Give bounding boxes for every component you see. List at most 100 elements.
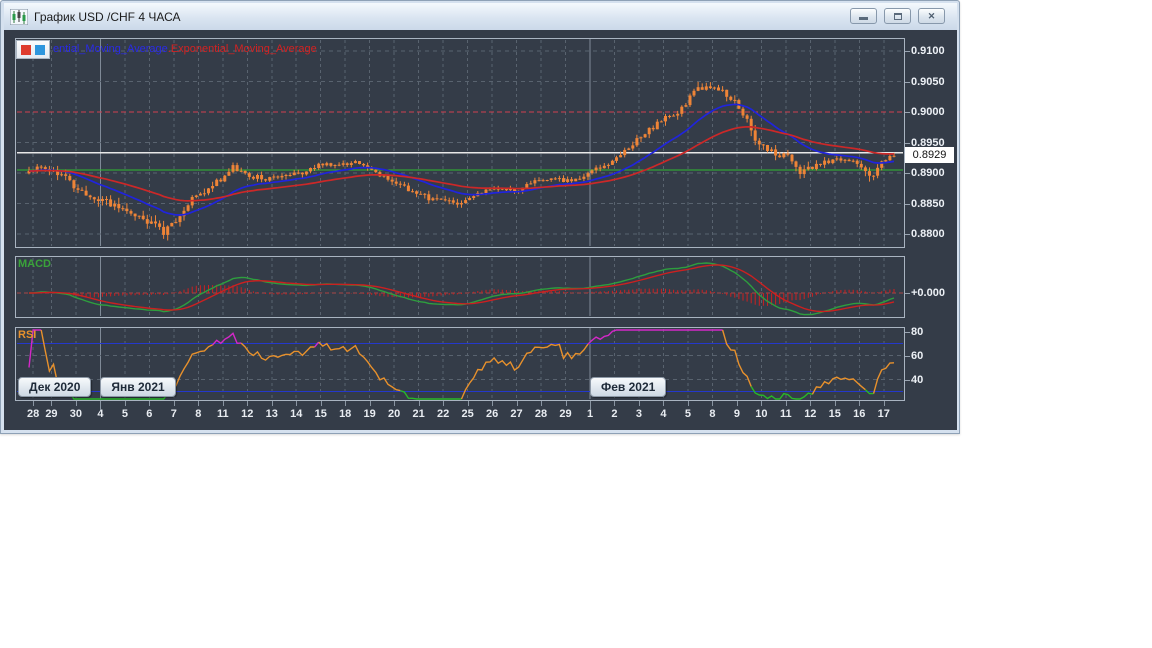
rsi-line [40,329,67,385]
time-axis-tick [516,401,518,406]
time-axis-day-label: 4 [660,408,667,420]
rsi-panel-label: RSI [18,329,37,341]
time-axis-day-label: 26 [485,408,499,420]
time-axis-day-label: 22 [436,408,450,420]
window-titlebar[interactable]: График USD /CHF 4 ЧАСА ✕ [4,3,957,30]
time-axis-day-label: 12 [241,408,254,420]
time-axis: 28 29 30 4 5 6 7 8 11 12 13 14 15 18 19 20 21 22 25 26 27 28 2… [4,401,957,430]
close-icon: ✕ [927,10,936,21]
time-axis-day-label: 29 [45,408,58,420]
price-tick [905,203,910,205]
time-axis-day-label: 11 [216,408,229,420]
minimize-button[interactable] [850,8,877,24]
indicator-legend: ential_Moving_Average.Exponential_Moving… [53,43,317,55]
time-axis-day-label: 7 [170,408,177,420]
time-axis-day-label: 21 [412,408,425,420]
time-axis-tick [173,401,175,406]
ema-fast-legend-label: ential_Moving_Average [53,43,168,55]
time-axis-day-label: 15 [828,408,841,420]
time-axis-day-label: 20 [388,408,401,420]
time-axis-tick [663,401,665,406]
macd-chart[interactable] [16,257,904,317]
time-axis-tick [247,401,249,406]
month-marker-feb-2021: Фев 2021 [590,377,667,397]
time-axis-tick [100,401,102,410]
time-axis-tick [75,401,77,406]
price-tick-label: 0.9000 [911,106,945,118]
legend-swatches[interactable] [16,40,50,59]
rsi-line [587,329,723,345]
restore-button[interactable] [884,8,911,24]
time-axis-tick [883,401,885,406]
time-axis-tick [296,401,298,406]
time-axis-day-label: 27 [510,408,523,420]
time-axis-day-label: 15 [314,408,327,420]
rsi-line [750,386,813,400]
time-axis-tick [418,401,420,406]
rsi-tick [905,379,910,381]
price-chart[interactable] [16,39,904,247]
legend-swatch-red [21,44,31,55]
time-axis-day-label: 5 [121,408,128,420]
time-axis-day-label: 16 [853,408,866,420]
time-axis-tick [467,401,469,406]
time-axis-tick [810,401,812,406]
time-axis-tick [51,401,53,406]
time-axis-tick [198,401,200,406]
time-axis-tick [638,401,640,406]
ema-slow-line [29,125,895,202]
minimize-icon [859,17,868,20]
time-axis-day-label: 3 [635,408,643,420]
time-axis-day-label: 28 [534,408,548,420]
chart-client-area: ential_Moving_Average.Exponential_Moving… [4,30,957,430]
rsi-tick [905,355,910,357]
price-tick [905,81,910,83]
month-marker-dec-2020: Дек 2020 [18,377,92,397]
time-axis-tick [785,401,787,406]
macd-zero-tick [905,293,910,294]
time-axis-day-label: 8 [709,408,716,420]
time-axis-day-label: 13 [265,408,278,420]
time-axis-tick [859,401,861,406]
time-axis-day-label: 14 [290,408,303,420]
price-tick-label: 0.8800 [911,228,945,240]
macd-grid [17,257,903,316]
time-axis-day-label: 29 [559,408,572,420]
time-axis-tick [369,401,371,406]
time-axis-tick [394,401,396,406]
time-axis-tick [736,401,738,406]
current-price-tag: 0.8929 [905,147,954,164]
rsi-tick-label: 60 [911,349,924,362]
price-tick [905,234,910,235]
time-axis-tick [834,401,836,406]
price-grid [17,39,903,246]
price-tick-label: 0.8900 [911,167,945,179]
time-axis-tick [149,401,151,406]
time-axis-tick [320,401,322,406]
price-tick [905,51,910,52]
time-axis-day-label: 2 [611,408,618,420]
time-axis-tick [222,401,224,406]
macd-zero-label: +0.000 [911,287,945,299]
chart-window: График USD /CHF 4 ЧАСА ✕ ential_Moving_A… [0,0,960,434]
rsi-tick-label: 40 [911,373,924,386]
price-tick [905,112,910,113]
time-axis-tick [614,401,616,406]
ema-slow-legend-label: Exponential_Moving_Average [170,43,317,55]
price-tick [905,173,910,174]
rsi-tick-label: 80 [911,325,924,338]
time-axis-day-label: 8 [195,408,202,420]
time-axis-day-label: 17 [877,408,890,420]
candlestick-chart-icon [10,8,28,25]
rsi-tick [905,331,910,333]
legend-swatch-blue [35,44,45,55]
time-axis-day-label: 10 [755,408,768,420]
time-axis-tick [590,401,591,410]
time-axis-tick [271,401,273,406]
time-axis-tick [541,401,543,406]
time-axis-tick [443,401,445,406]
close-button[interactable]: ✕ [918,8,945,24]
time-axis-day-label: 19 [363,408,376,420]
time-axis-tick [492,401,494,406]
rsi-line [460,343,589,400]
